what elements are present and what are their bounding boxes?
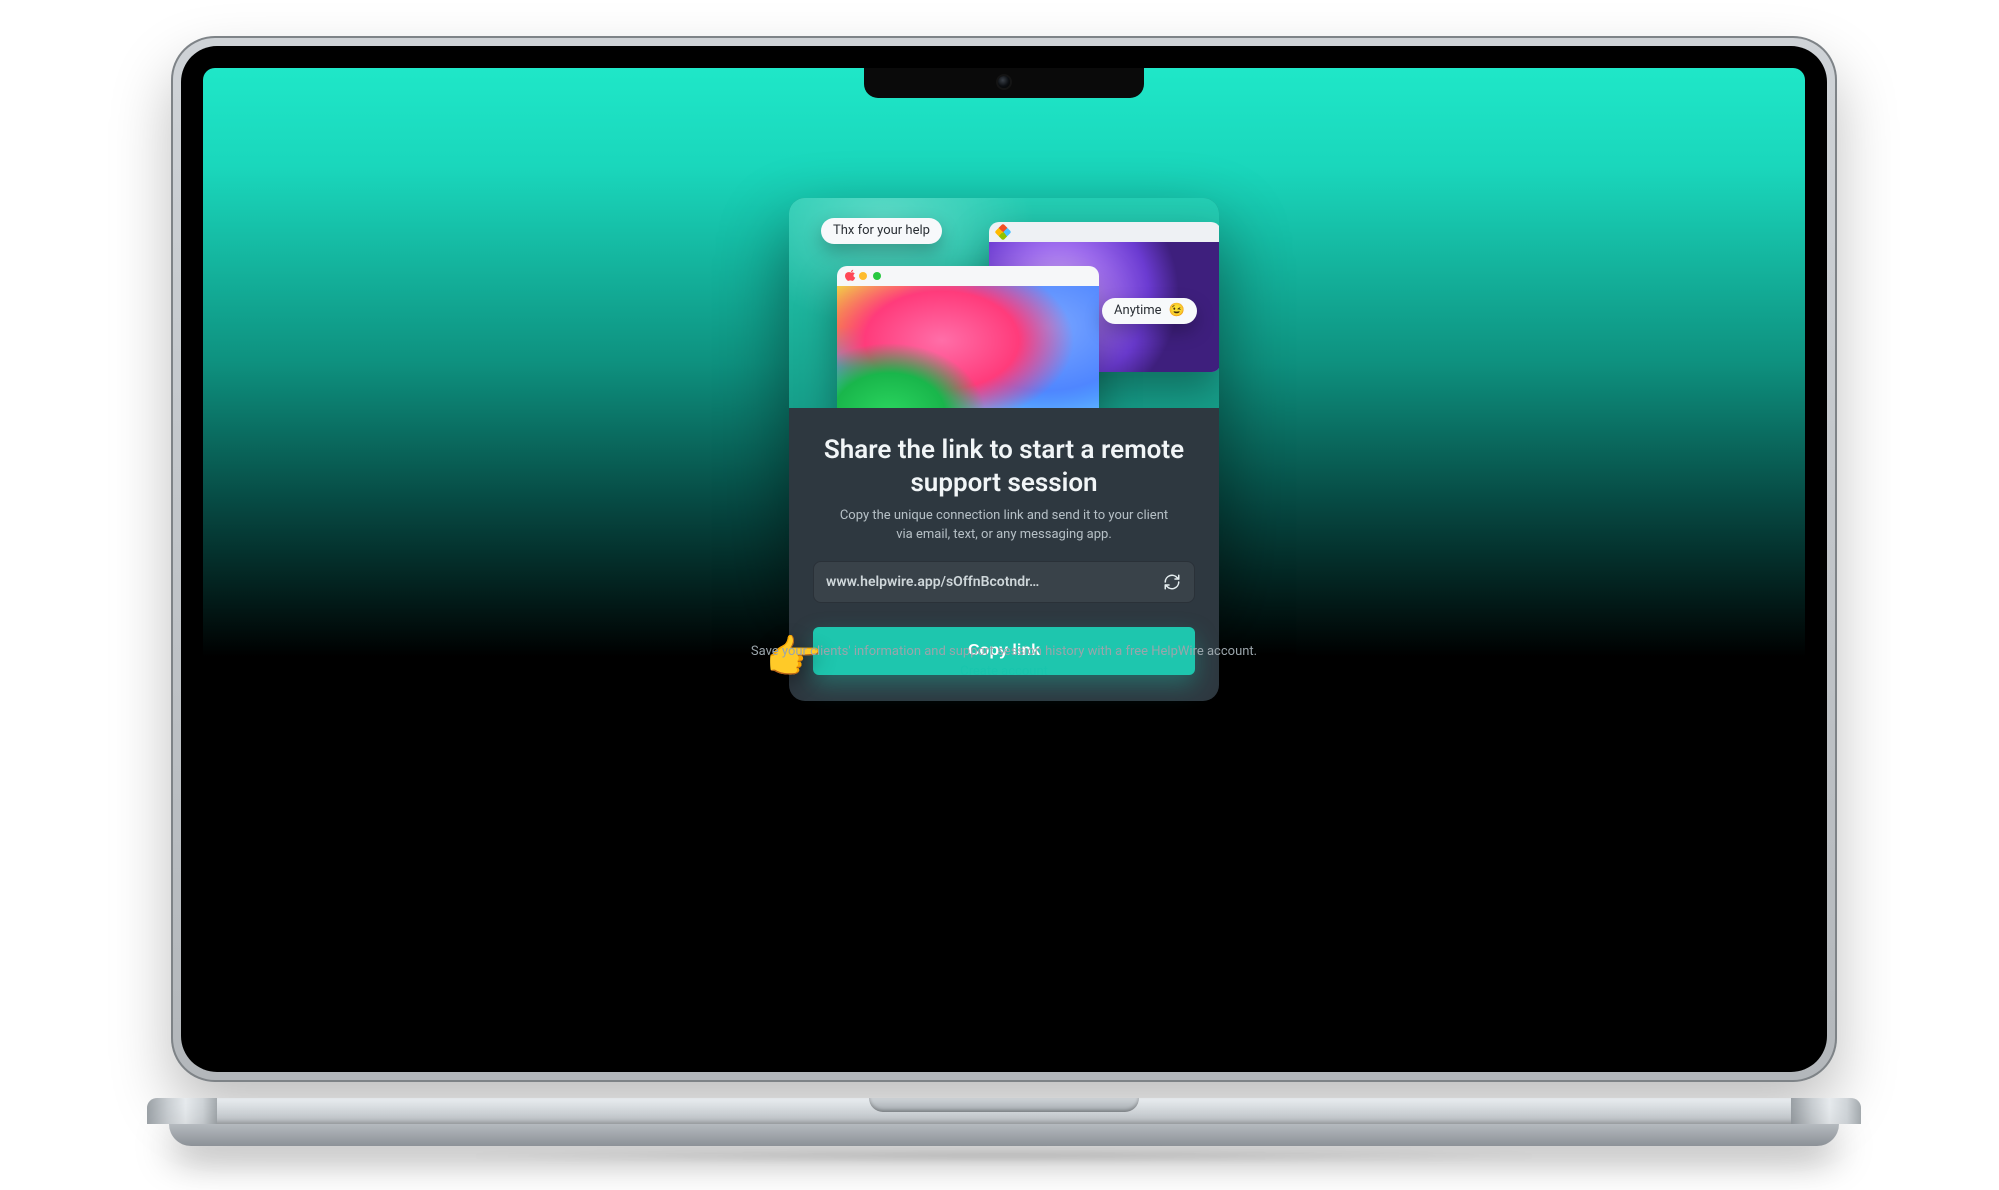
laptop-base-bottom — [169, 1124, 1839, 1146]
signup-callout: Save your clients' information and suppo… — [751, 642, 1257, 681]
windows-titlebar — [989, 222, 1219, 242]
laptop-shadow — [207, 1152, 1801, 1160]
mini-window-mac — [837, 266, 1099, 408]
card-hero: Thx for your help — [789, 198, 1219, 408]
chat-bubble-left: Thx for your help — [821, 218, 942, 244]
card-title: Share the link to start a remote support… — [813, 434, 1195, 499]
laptop-lip — [869, 1098, 1139, 1112]
laptop-base-top — [147, 1098, 1861, 1124]
connection-url-field[interactable]: www.helpwire.app/sOffnBcotndr… — [813, 561, 1195, 603]
share-link-card: Thx for your help — [789, 198, 1219, 701]
apple-logo-icon — [845, 269, 857, 281]
mac-wallpaper — [837, 286, 1099, 408]
refresh-icon — [1163, 573, 1181, 591]
camera — [998, 76, 1010, 88]
refresh-link-button[interactable] — [1162, 572, 1182, 592]
laptop-frame: Thx for your help — [147, 36, 1861, 1166]
traffic-light-minimize-icon — [859, 272, 867, 280]
screen: Thx for your help — [203, 68, 1805, 1050]
laptop-base — [147, 1098, 1861, 1158]
card-subtitle: Copy the unique connection link and send… — [834, 507, 1174, 545]
notch — [864, 68, 1144, 98]
create-account-link[interactable]: Create account — [960, 664, 1048, 679]
signup-callout-text: Save your clients' information and suppo… — [751, 642, 1257, 662]
connection-url-text: www.helpwire.app/sOffnBcotndr… — [826, 574, 1039, 590]
chat-bubble-right: Anytime 😉 — [1102, 298, 1197, 324]
chat-right-text: Anytime — [1114, 303, 1162, 318]
stage: Thx for your help — [0, 0, 1999, 1190]
mac-titlebar — [837, 266, 1099, 286]
bezel: Thx for your help — [181, 46, 1827, 1072]
windows-logo-icon — [995, 224, 1012, 241]
chat-left-text: Thx for your help — [833, 223, 930, 238]
wink-emoji-icon: 😉 — [1169, 303, 1185, 318]
traffic-light-zoom-icon — [873, 272, 881, 280]
laptop-lid: Thx for your help — [171, 36, 1837, 1082]
